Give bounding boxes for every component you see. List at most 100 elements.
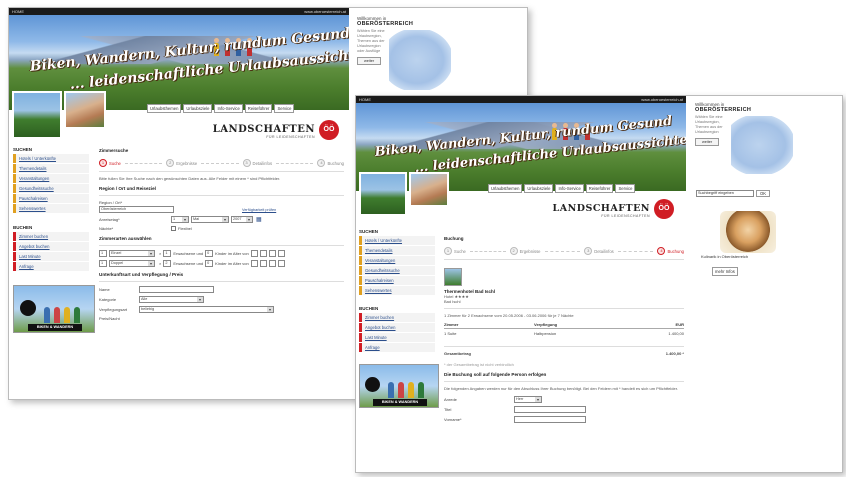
board-select[interactable]: beliebig [139,306,274,313]
top-bar-url[interactable]: www.oberoesterreich.at [641,96,683,103]
flexible-checkbox[interactable] [171,226,176,231]
section-accommodation: Unterkunftsart und Verpflegung / Preis [99,272,184,277]
room-type-select[interactable]: Einzel [109,250,155,257]
region-map[interactable] [389,30,451,90]
tab-service[interactable]: Service [615,184,636,193]
arrival-day-select[interactable]: 1 [171,216,189,223]
wellness-photo [409,172,449,207]
category-select[interactable]: Alle [139,296,204,303]
tab-info-service[interactable]: Info-Service [555,184,584,193]
section-region: Region / Ort und Reiseziel [99,186,156,191]
sidebar-item-themen[interactable]: Themendetails [359,246,435,255]
step-2: 2 Ergebnisse [166,159,197,167]
availability-link[interactable]: Verfügbarkeit prüfen [242,208,276,212]
name-input[interactable] [139,286,214,293]
price-table-head: Zimmer Verpflegung EUR [444,322,684,329]
sidebar-item-veranstaltungen[interactable]: Veranstaltungen [13,174,89,183]
top-bar-home[interactable]: HOME [12,9,24,14]
sidebar-book-heading: BUCHEN [359,306,379,311]
firstname-input[interactable] [514,416,586,423]
arrival-year-select[interactable]: 2007 [231,216,253,223]
sidebar-item-gesundheit[interactable]: Gesundheitssuche [359,266,435,275]
culinary-ad-button[interactable]: mehr Infos [712,267,738,276]
steps-bar: 1 Suche 2 Ergebnisse 3 Detailinfos 4 Buchung [99,159,344,167]
step-1: 1 Suche [99,159,121,167]
region-map[interactable] [731,116,793,174]
brand-sub: FÜR LEIDENSCHAFTEN [266,135,315,139]
sidebar-item-zimmer[interactable]: Zimmer buchen [359,313,435,322]
culinary-ad-label: Kulinarik in Oberösterreich [701,254,749,259]
culinary-ad-image[interactable] [720,211,776,253]
sidebar-item-lastminute[interactable]: Last Minute [359,333,435,342]
bikers-photo [12,91,62,139]
step-3: 3 Detailinfos [584,247,614,255]
sidebar-item-angebot[interactable]: Angebot buchen [13,242,89,251]
brand-logo-icon[interactable]: ÖÖ [654,199,674,219]
sidebar-item-hotels[interactable]: Hotels / Unterkünfte [359,236,435,245]
sidebar-item-sehenswertes[interactable]: Sehenswertes [359,286,435,295]
promo-button[interactable]: BIKEN & WANDERN [373,399,427,406]
form-heading: Zimmersuche [99,148,129,153]
sidebar-item-angebot[interactable]: Angebot buchen [359,323,435,332]
tab-reisefuehrer[interactable]: Reiseführer [585,184,614,193]
welcome-button[interactable]: weiter [357,57,382,65]
sidebar-search-list: Hotels / Unterkünfte Themendetails Veran… [13,154,89,214]
booking-summary: 1 Zimmer für 2 Erwachsene vom 20.05.2006… [444,313,574,318]
tab-urlaubsthemen[interactable]: Urlaubsthemen [488,184,523,193]
top-bar-url[interactable]: www.oberoesterreich.at [304,8,346,15]
tab-reisefuehrer[interactable]: Reiseführer [244,104,273,113]
hotel-place: Bad Ischl [444,299,461,304]
promo-banner[interactable]: BIKEN & WANDERN [13,285,95,333]
sidebar-item-pauschal[interactable]: Pauschalreisen [359,276,435,285]
search-form: Zimmersuche 1 Suche 2 Ergebnisse 3 Detailin… [99,148,344,321]
arrival-month-select[interactable]: Mai [191,216,229,223]
brand-sub: FÜR LEIDENSCHAFTEN [601,214,650,218]
sidebar-item-sehenswertes[interactable]: Sehenswertes [13,204,89,213]
tab-info-service[interactable]: Info-Service [214,104,243,113]
title-input[interactable] [514,406,586,413]
top-bar: HOME www.oberoesterreich.at [9,8,349,15]
welcome-button[interactable]: weiter [695,138,720,146]
top-bar-home[interactable]: HOME [359,97,371,102]
nights-label: Nächte* [99,226,114,231]
tab-urlaubsziele[interactable]: Urlaubsziele [524,184,554,193]
tab-urlaubsziele[interactable]: Urlaubsziele [183,104,213,113]
category-label: Kategorie [99,297,117,302]
bikers-photo [359,172,407,216]
calendar-icon[interactable]: ▦ [256,216,262,223]
steps-bar: 1 Suche 2 Ergebnisse 3 Detailinfos 4 Buchung [444,247,684,255]
sidebar-item-themen[interactable]: Themendetails [13,164,89,173]
brand-logo-icon[interactable]: ÖÖ [319,120,339,140]
promo-banner[interactable]: BIKEN & WANDERN [359,364,439,408]
hotel-thumbnail[interactable] [444,268,462,286]
promo-button[interactable]: BIKEN & WANDERN [28,324,82,331]
sidebar-item-hotels[interactable]: Hotels / Unterkünfte [13,154,89,163]
sidebar-item-anfrage[interactable]: Anfrage [359,343,435,352]
search-input[interactable]: Suchbegriff eingeben [696,190,754,197]
sidebar-item-lastminute[interactable]: Last Minute [13,252,89,261]
tab-urlaubsthemen[interactable]: Urlaubsthemen [147,104,182,113]
section-rooms: Zimmerarten auswählen [99,236,152,241]
wellness-photo [64,91,106,129]
total-note: * der Gesamtbetrag ist nicht verbindlich [444,362,514,367]
sidebar-item-pauschal[interactable]: Pauschalreisen [13,194,89,203]
table-row: 1 Suite Halbpension 1.400,00 [444,331,684,336]
sidebar-item-anfrage[interactable]: Anfrage [13,262,89,271]
room-type-select[interactable]: Doppel [109,260,155,267]
salutation-select[interactable]: Herr [514,396,542,403]
firstname-label: Vorname* [444,417,462,422]
region-input[interactable]: Oberösterreich [99,206,174,213]
step-4: 4 Buchung [657,247,684,255]
tab-service[interactable]: Service [274,104,295,113]
step-3: 3 Detailinfos [242,159,272,167]
brand-block: LANDSCHAFTEN FÜR LEIDENSCHAFTEN [209,124,315,139]
top-bar: HOME www.oberoesterreich.at [356,96,686,103]
welcome-line2: OBERÖSTERREICH [695,107,752,113]
nav-tabs: Urlaubsthemen Urlaubsziele Info-Service … [147,104,295,113]
sidebar-search-heading: SUCHEN [13,147,33,152]
search-button[interactable]: OK [756,190,771,197]
section-person: Die Buchung soll auf folgende Person erf… [444,372,547,377]
sidebar-item-gesundheit[interactable]: Gesundheitssuche [13,184,89,193]
sidebar-item-zimmer[interactable]: Zimmer buchen [13,232,89,241]
sidebar-item-veranstaltungen[interactable]: Veranstaltungen [359,256,435,265]
